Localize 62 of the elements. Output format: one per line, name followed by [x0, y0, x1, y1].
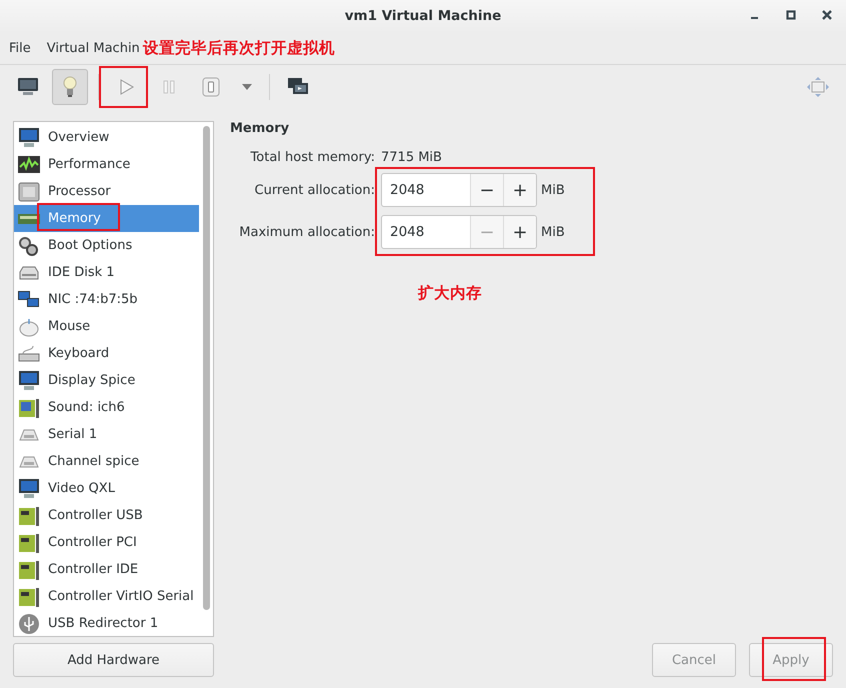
hardware-item[interactable]: Channel spice [14, 448, 199, 475]
maximize-icon[interactable] [786, 10, 796, 20]
increment-button[interactable]: + [503, 216, 536, 248]
hardware-item[interactable]: Performance [14, 151, 199, 178]
monitor-icon [17, 126, 41, 148]
menu-item[interactable]: File [9, 40, 31, 56]
power-switch-icon [202, 77, 220, 97]
hardware-item[interactable]: Mouse [14, 313, 199, 340]
monitors-icon [287, 77, 309, 97]
unit-label: MiB [541, 224, 565, 240]
monitor-icon [17, 77, 39, 97]
hardware-item[interactable]: Overview [14, 124, 199, 151]
close-icon[interactable] [822, 10, 832, 20]
spin-field[interactable]: 2048 − + [381, 173, 537, 207]
highlight-frame [99, 66, 148, 108]
window-title: vm1 Virtual Machine [344, 8, 502, 24]
fullscreen-icon [806, 76, 830, 98]
lightbulb-icon [62, 76, 78, 98]
field-label: Total host memory: [250, 150, 375, 165]
chip-icon [17, 180, 41, 202]
hardware-item[interactable]: Controller PCI [14, 529, 199, 556]
card-icon [17, 504, 41, 526]
hardware-item[interactable]: USB Redirector 1 [14, 610, 199, 637]
field-label: Maximum allocation: [239, 224, 375, 240]
hardware-item[interactable]: IDE Disk 1 [14, 259, 199, 286]
gears-icon [17, 234, 41, 256]
caret-icon [242, 84, 252, 90]
decrement-button[interactable]: − [470, 174, 503, 206]
sound-icon [17, 396, 41, 418]
menu-item[interactable]: Virtual Machin [46, 40, 140, 56]
chart-icon [17, 154, 41, 176]
unit-label: MiB [541, 182, 565, 198]
highlight-frame [762, 637, 826, 681]
field-label: Current allocation: [254, 182, 375, 198]
hardware-item[interactable]: Controller IDE [14, 556, 199, 583]
monitor-icon [17, 478, 41, 500]
scrollbar-thumb[interactable] [202, 126, 210, 610]
spin-field[interactable]: 2048 − + [381, 215, 537, 249]
card-icon [17, 532, 41, 554]
hardware-item[interactable]: Controller USB [14, 502, 199, 529]
play-icon [120, 79, 134, 95]
section-heading: Memory [230, 121, 290, 136]
annotation-text: 设置完毕后再次打开虚拟机 [143, 38, 335, 59]
hardware-item[interactable]: Boot Options [14, 232, 199, 259]
hardware-item[interactable]: Controller VirtIO Serial [14, 583, 199, 610]
pause-icon [163, 80, 175, 94]
add-hardware-button[interactable]: Add Hardware [13, 643, 214, 677]
increment-button[interactable]: + [503, 174, 536, 206]
card-icon [17, 586, 41, 608]
usb-icon [17, 612, 41, 634]
host-memory-value: 7715 MiB [381, 150, 442, 165]
hardware-item[interactable]: NIC :74:b7:5b [14, 286, 199, 313]
hardware-item[interactable]: Processor [14, 178, 199, 205]
hardware-item[interactable]: Sound: ich6 [14, 394, 199, 421]
hardware-item[interactable]: Keyboard [14, 340, 199, 367]
annotation-text: 扩大内存 [418, 283, 483, 304]
details-button[interactable] [52, 69, 88, 105]
hardware-item[interactable]: Video QXL [14, 475, 199, 502]
card-icon [17, 558, 41, 580]
monitor-icon [17, 370, 41, 392]
hardware-item[interactable]: Serial 1 [14, 421, 199, 448]
hardware-item[interactable]: Display Spice [14, 367, 199, 394]
